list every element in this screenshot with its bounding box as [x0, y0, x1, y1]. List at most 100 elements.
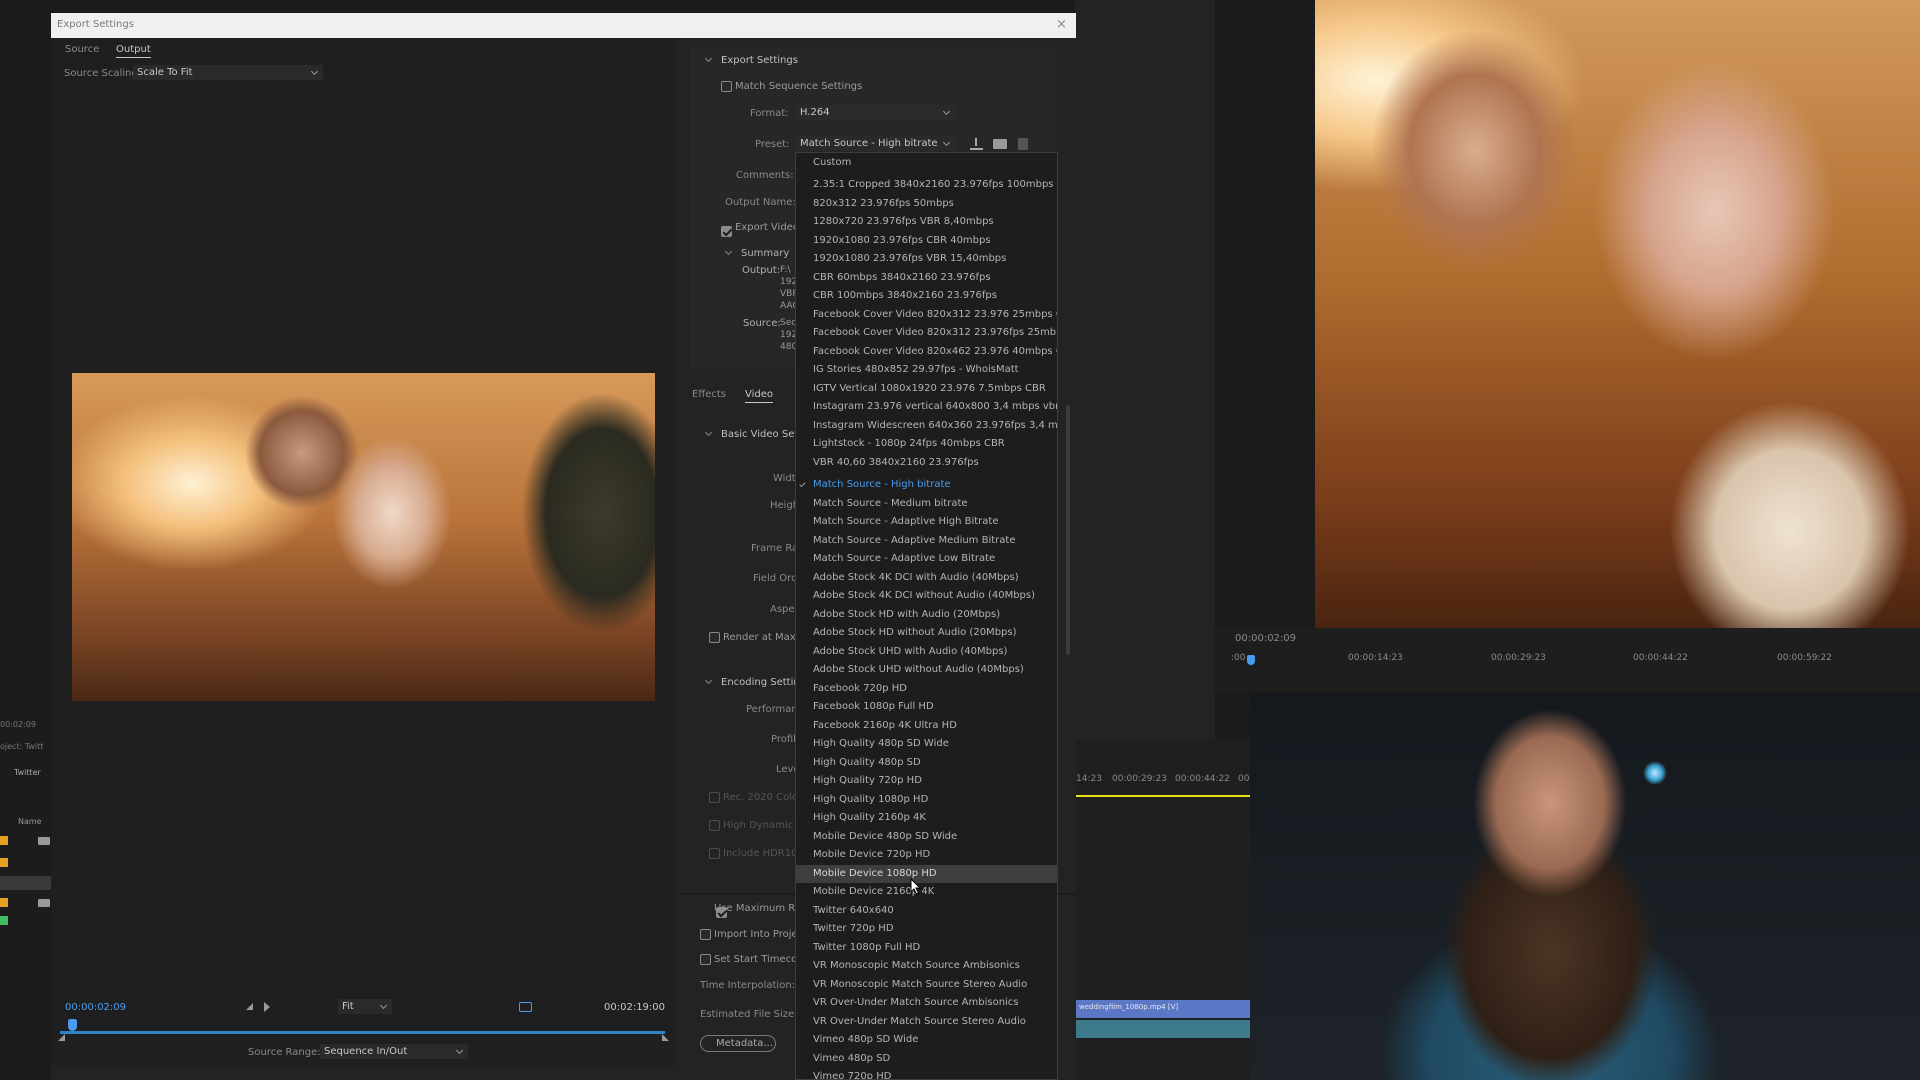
folder-icon[interactable] — [38, 837, 50, 845]
preset-option[interactable]: Facebook Cover Video 820x462 23.976 40mb… — [796, 343, 1057, 361]
match-sequence-checkbox[interactable] — [721, 81, 732, 92]
export-video-checkbox[interactable] — [721, 226, 732, 237]
preset-option[interactable]: IGTV Vertical 1080x1920 23.976 7.5mbps C… — [796, 380, 1057, 398]
start-timecode-checkbox[interactable] — [700, 954, 711, 965]
preset-option[interactable]: Instagram Widescreen 640x360 23.976fps 3… — [796, 417, 1057, 435]
preset-option[interactable]: Adobe Stock UHD with Audio (40Mbps) — [796, 643, 1057, 661]
work-area-bar[interactable] — [1075, 795, 1250, 797]
ruler-tick-1: 00:00:14:23 — [1348, 653, 1403, 663]
preset-option[interactable]: High Quality 720p HD — [796, 772, 1057, 790]
preset-option[interactable]: Adobe Stock 4K DCI without Audio (40Mbps… — [796, 587, 1057, 605]
preset-option[interactable]: Vimeo 480p SD Wide — [796, 1031, 1057, 1049]
metadata-button[interactable]: Metadata... — [700, 1035, 776, 1052]
set-in-icon[interactable] — [246, 1003, 253, 1010]
play-icon[interactable] — [264, 1002, 270, 1012]
dialog-titlebar[interactable]: Export Settings × — [51, 13, 1076, 38]
preset-option[interactable]: Facebook Cover Video 820x312 23.976fps 2… — [796, 324, 1057, 342]
preset-option[interactable]: Adobe Stock UHD without Audio (40Mbps) — [796, 661, 1057, 679]
preset-option[interactable]: Match Source - Adaptive Medium Bitrate — [796, 532, 1057, 550]
preset-option[interactable]: CBR 60mbps 3840x2160 23.976fps — [796, 269, 1057, 287]
preset-option[interactable]: 820x312 23.976fps 50mbps — [796, 195, 1057, 213]
preset-option[interactable]: VBR 40,60 3840x2160 23.976fps — [796, 454, 1057, 472]
project-label: oject: Twitt — [0, 742, 44, 751]
out-point-icon[interactable] — [662, 1034, 669, 1041]
preset-option[interactable]: VR Monoscopic Match Source Stereo Audio — [796, 976, 1057, 994]
preset-option[interactable]: Mobile Device 480p SD Wide — [796, 828, 1057, 846]
preset-option[interactable]: Lightstock - 1080p 24fps 40mbps CBR — [796, 435, 1057, 453]
source-scaling-dropdown[interactable]: Scale To Fit — [133, 65, 323, 80]
preset-option[interactable]: Facebook 2160p 4K Ultra HD — [796, 717, 1057, 735]
chevron-down-icon — [942, 107, 951, 116]
preset-option[interactable]: Twitter 640x640 — [796, 902, 1057, 920]
tab-effects[interactable]: Effects — [692, 389, 726, 400]
dialog-title: Export Settings — [57, 19, 134, 30]
settings-scrollbar[interactable] — [1066, 405, 1070, 655]
playhead-marker[interactable] — [1247, 655, 1255, 665]
save-preset-icon[interactable] — [970, 138, 983, 150]
preset-option[interactable]: 1280x720 23.976fps VBR 8,40mbps — [796, 213, 1057, 231]
hdr10-checkbox[interactable] — [709, 848, 720, 859]
render-max-checkbox[interactable] — [709, 632, 720, 643]
summary-output-line: F:\ — [780, 265, 791, 275]
tab-video[interactable]: Video — [745, 389, 774, 403]
preview-scrubber[interactable] — [60, 1031, 665, 1034]
preset-option[interactable]: High Quality 2160p 4K — [796, 809, 1057, 827]
preset-option[interactable]: Facebook 720p HD — [796, 680, 1057, 698]
preset-option[interactable]: High Quality 1080p HD — [796, 791, 1057, 809]
preset-dropdown-menu[interactable]: Custom 2.35:1 Cropped 3840x2160 23.976fp… — [795, 152, 1058, 1080]
preset-option[interactable]: Adobe Stock HD without Audio (20Mbps) — [796, 624, 1057, 642]
preset-option[interactable]: VR Over-Under Match Source Ambisonics — [796, 994, 1057, 1012]
video-preview — [72, 373, 655, 701]
preset-option[interactable]: 2.35:1 Cropped 3840x2160 23.976fps 100mb… — [796, 176, 1057, 194]
preview-playhead[interactable] — [68, 1019, 77, 1031]
preset-option[interactable]: Vimeo 480p SD — [796, 1050, 1057, 1068]
preset-option[interactable]: VR Monoscopic Match Source Ambisonics — [796, 957, 1057, 975]
preset-option[interactable]: Custom — [796, 154, 1057, 172]
import-preset-icon[interactable] — [993, 139, 1007, 149]
sequence-timeline[interactable]: 14:23 00:00:29:23 00:00:44:22 00 wedding… — [1075, 740, 1250, 1080]
preset-option-label: Match Source - High bitrate — [813, 479, 951, 490]
preset-option[interactable]: Twitter 1080p Full HD — [796, 939, 1057, 957]
preset-option[interactable]: Facebook Cover Video 820x312 23.976 25mb… — [796, 306, 1057, 324]
preset-option[interactable]: CBR 100mbps 3840x2160 23.976fps — [796, 287, 1057, 305]
import-project-checkbox[interactable] — [700, 929, 711, 940]
preset-option[interactable]: 1920x1080 23.976fps CBR 40mbps — [796, 232, 1057, 250]
tab-source[interactable]: Source — [65, 44, 99, 55]
tab-output[interactable]: Output — [116, 44, 151, 58]
preset-option[interactable]: Facebook 1080p Full HD — [796, 698, 1057, 716]
preset-option[interactable]: VR Over-Under Match Source Stereo Audio — [796, 1013, 1057, 1031]
preset-option[interactable]: Mobile Device 720p HD — [796, 846, 1057, 864]
in-point-icon[interactable] — [58, 1034, 65, 1041]
selected-row[interactable] — [0, 876, 51, 890]
preset-option[interactable]: Match Source - Adaptive Low Bitrate — [796, 550, 1057, 568]
current-timecode[interactable]: 00:00:02:09 — [65, 1002, 126, 1013]
audio-clip[interactable] — [1075, 1020, 1250, 1038]
program-monitor-ruler[interactable]: 00:00:02:09 :00 00:00:14:23 00:00:29:23 … — [1215, 628, 1920, 693]
preset-option[interactable]: Vimeo 720p HD — [796, 1068, 1057, 1079]
hdr-checkbox[interactable] — [709, 820, 720, 831]
preset-option[interactable]: Match Source - Adaptive High Bitrate — [796, 513, 1057, 531]
preset-option-selected[interactable]: Match Source - High bitrate — [796, 476, 1057, 494]
preset-option[interactable]: High Quality 480p SD — [796, 754, 1057, 772]
preset-dropdown[interactable]: Match Source - High bitrate — [797, 136, 955, 151]
preset-option[interactable]: Adobe Stock 4K DCI with Audio (40Mbps) — [796, 569, 1057, 587]
source-range-dropdown[interactable]: Sequence In/Out — [320, 1044, 468, 1059]
preset-option[interactable]: Instagram 23.976 vertical 640x800 3,4 mb… — [796, 398, 1057, 416]
preset-option[interactable]: Match Source - Medium bitrate — [796, 495, 1057, 513]
preset-option[interactable]: 1920x1080 23.976fps VBR 15,40mbps — [796, 250, 1057, 268]
folder-icon[interactable] — [38, 899, 50, 907]
close-icon[interactable]: × — [1056, 17, 1067, 32]
rec2020-checkbox[interactable] — [709, 792, 720, 803]
delete-preset-icon[interactable] — [1018, 138, 1028, 150]
format-dropdown[interactable]: H.264 — [797, 105, 955, 120]
export-settings-title: Export Settings — [721, 55, 798, 66]
preset-option-hovered[interactable]: Mobile Device 1080p HD — [796, 864, 1057, 883]
preset-option[interactable]: High Quality 480p SD Wide — [796, 735, 1057, 753]
zoom-dropdown[interactable]: Fit — [338, 999, 392, 1014]
preset-option[interactable]: Mobile Device 2160p 4K — [796, 883, 1057, 901]
preset-option[interactable]: Adobe Stock HD with Audio (20Mbps) — [796, 606, 1057, 624]
preset-option[interactable]: Twitter 720p HD — [796, 920, 1057, 938]
preset-option[interactable]: IG Stories 480x852 29.97fps - WhoisMatt — [796, 361, 1057, 379]
aspect-toggle-icon[interactable] — [519, 1002, 532, 1012]
video-clip[interactable]: weddingfilm_1080p.mp4 [V] — [1075, 1000, 1250, 1018]
